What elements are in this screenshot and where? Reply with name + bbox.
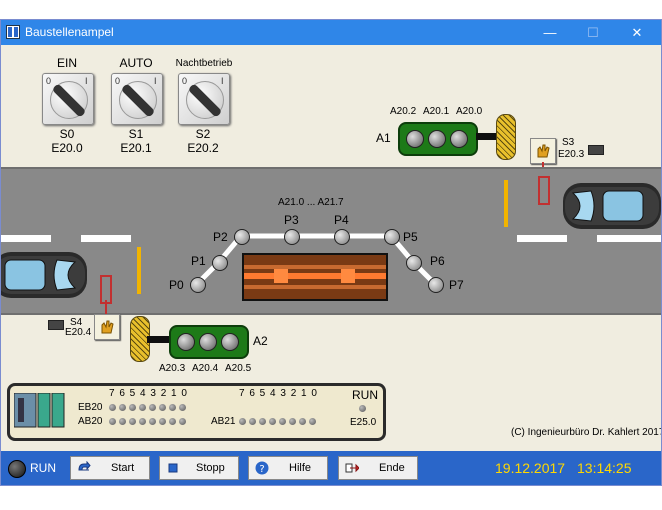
plc-led bbox=[259, 418, 266, 425]
plc-bits-header-2: 7 6 5 4 3 2 1 0 bbox=[239, 388, 318, 399]
marquee-label-p5: P5 bbox=[403, 230, 418, 244]
plc-led bbox=[249, 418, 256, 425]
marquee-lamp-p7 bbox=[428, 277, 444, 293]
sensor-s4-wire bbox=[105, 300, 107, 314]
sensor-s4-address: E20.4 bbox=[65, 327, 92, 338]
app-window: Baustellenampel — ☐ ✕ EIN AUTO Nachtbetr… bbox=[0, 19, 662, 486]
plc-led bbox=[159, 404, 166, 411]
time-display: 13:14:25 bbox=[577, 460, 632, 476]
stopp-button-label: Stopp bbox=[196, 462, 225, 474]
run-indicator-label: RUN bbox=[30, 461, 56, 475]
hilfe-button-label: Hilfe bbox=[289, 462, 312, 474]
marquee-range-label: A21.0 ... A21.7 bbox=[278, 197, 344, 208]
plc-led bbox=[309, 418, 316, 425]
traffic-light-a2 bbox=[169, 325, 249, 359]
date-display: 19.12.2017 bbox=[495, 460, 566, 476]
marquee-lamp-p6 bbox=[406, 255, 422, 271]
plc-led bbox=[179, 418, 186, 425]
plc-led bbox=[169, 404, 176, 411]
marquee-lamp-p1 bbox=[212, 255, 228, 271]
sensor-s4[interactable] bbox=[94, 314, 120, 340]
plc-e25-label: E25.0 bbox=[350, 417, 377, 428]
hilfe-button[interactable]: ? Hilfe bbox=[248, 456, 328, 480]
sensor-s4-indicator bbox=[48, 320, 64, 330]
plc-modules-icon bbox=[14, 393, 65, 428]
plc-ab21-label: AB21 bbox=[211, 416, 236, 427]
plc-ab20-label: AB20 bbox=[78, 416, 103, 427]
marquee-lamp-p0 bbox=[190, 277, 206, 293]
plc-led bbox=[269, 418, 276, 425]
plc-led bbox=[149, 404, 156, 411]
marquee-lamp-p4 bbox=[334, 229, 350, 245]
plc-led bbox=[119, 404, 126, 411]
plc-led bbox=[179, 404, 186, 411]
plc-led bbox=[139, 404, 146, 411]
help-icon: ? bbox=[255, 461, 269, 475]
marquee-lamp-p3 bbox=[284, 229, 300, 245]
plc-led bbox=[169, 418, 176, 425]
signal-arm bbox=[147, 336, 171, 343]
plc-run-label: RUN bbox=[352, 388, 378, 402]
marquee-label-p6: P6 bbox=[430, 254, 445, 268]
exit-icon bbox=[345, 463, 359, 473]
plc-led bbox=[159, 418, 166, 425]
footer-toolbar: RUN Start Stopp ? Hilfe Ende 19.12.2017 … bbox=[1, 451, 661, 485]
plc-ab21-leds bbox=[239, 418, 319, 425]
plc-led bbox=[109, 404, 116, 411]
plc-bits-header-1: 7 6 5 4 3 2 1 0 bbox=[109, 388, 188, 399]
signal-a2-output-2: A20.5 bbox=[225, 363, 252, 374]
signal-a2-output-1: A20.4 bbox=[192, 363, 219, 374]
plc-led bbox=[109, 418, 116, 425]
plc-led bbox=[289, 418, 296, 425]
svg-text:?: ? bbox=[259, 464, 264, 475]
plc-eb20-label: EB20 bbox=[78, 402, 103, 413]
plc-led bbox=[119, 418, 126, 425]
signal-a2-output-0: A20.3 bbox=[159, 363, 186, 374]
marquee-label-p1: P1 bbox=[191, 254, 206, 268]
marquee-label-p7: P7 bbox=[449, 278, 464, 292]
run-indicator-led bbox=[8, 460, 26, 478]
plc-led bbox=[279, 418, 286, 425]
stop-square-icon bbox=[168, 463, 178, 473]
marquee-label-p0: P0 bbox=[169, 278, 184, 292]
marquee-label-p4: P4 bbox=[334, 213, 349, 227]
plc-ab20-leds bbox=[109, 418, 189, 425]
marquee-lamp-p2 bbox=[234, 229, 250, 245]
plc-led bbox=[299, 418, 306, 425]
copyright-text: (C) Ingenieurbüro Dr. Kahlert 2017 bbox=[511, 427, 662, 438]
plc-led bbox=[129, 404, 136, 411]
signal-lamp bbox=[221, 333, 239, 351]
hand-icon bbox=[101, 320, 114, 334]
plc-panel: 7 6 5 4 3 2 1 0 7 6 5 4 3 2 1 0 EB20 AB2… bbox=[7, 383, 386, 441]
marquee-label-p3: P3 bbox=[284, 213, 299, 227]
cycle-arrow-icon bbox=[78, 461, 91, 471]
start-button-label: Start bbox=[111, 462, 135, 474]
start-button[interactable]: Start bbox=[70, 456, 150, 480]
plc-led bbox=[239, 418, 246, 425]
plc-led bbox=[129, 418, 136, 425]
plc-led bbox=[149, 418, 156, 425]
signal-a2-label: A2 bbox=[253, 334, 268, 348]
stopp-button[interactable]: Stopp bbox=[159, 456, 239, 480]
ende-button-label: Ende bbox=[379, 462, 405, 474]
marquee-lamp-p5 bbox=[384, 229, 400, 245]
signal-lamp bbox=[177, 333, 195, 351]
signal-lamp bbox=[199, 333, 217, 351]
plc-run-led bbox=[359, 405, 366, 412]
plc-eb20-leds bbox=[109, 404, 189, 411]
plc-led bbox=[139, 418, 146, 425]
marquee-label-p2: P2 bbox=[213, 230, 228, 244]
ende-button[interactable]: Ende bbox=[338, 456, 418, 480]
